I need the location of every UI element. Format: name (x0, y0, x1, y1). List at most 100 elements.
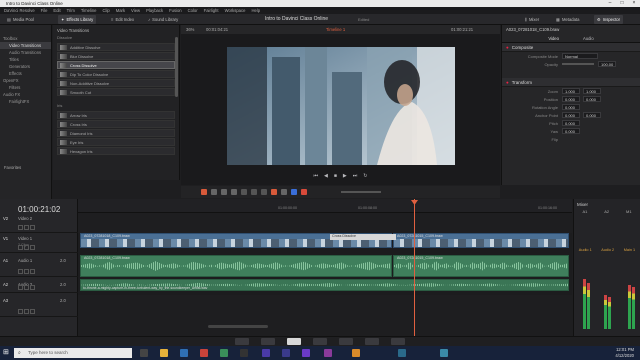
track-header-a3[interactable]: A3 2.0 (0, 295, 78, 317)
stop-icon[interactable]: ■ (334, 173, 337, 179)
effect-item-cross-dissolve[interactable]: Cross Dissolve (57, 61, 175, 69)
page-media-icon[interactable] (235, 338, 249, 345)
premiere-icon[interactable] (262, 349, 270, 357)
app-icon-4[interactable] (324, 349, 332, 357)
page-fusion-icon[interactable] (313, 338, 327, 345)
link-icon[interactable] (281, 189, 287, 195)
effect-item-arrow-iris[interactable]: Arrow Iris (57, 111, 175, 119)
transform-pitch-field[interactable]: 0.000 (562, 120, 580, 126)
selection-tool-icon[interactable] (201, 189, 207, 195)
taskbar-search-input[interactable]: Type here to search (14, 348, 132, 358)
edge-icon[interactable] (180, 349, 188, 357)
windows-start-icon[interactable]: ⊞ (3, 349, 9, 356)
tree-item-fairlightfx[interactable]: FairlightFX (0, 98, 51, 105)
skip-start-icon[interactable]: ⏮ (314, 173, 319, 179)
metadata-button[interactable]: ▦ Metadata (553, 15, 582, 24)
tab-audio[interactable]: Audio (583, 36, 594, 41)
menu-item-playback[interactable]: Playback (146, 8, 163, 13)
composite-section[interactable]: ● Composite (502, 43, 640, 52)
menu-item-davinci-resolve[interactable]: DaVinci Resolve (4, 8, 35, 13)
track-name[interactable]: Video 1 (18, 236, 32, 241)
mute-icon[interactable] (30, 285, 35, 290)
file-explorer-icon[interactable] (160, 349, 168, 357)
audio-clip-2[interactable]: A023_07281015_C109.braw (393, 255, 569, 277)
lock-icon[interactable] (18, 309, 23, 314)
transform-yaw-field[interactable]: 0.000 (562, 128, 580, 134)
menu-item-fairlight[interactable]: Fairlight (204, 8, 219, 13)
enable-dot-icon[interactable]: ● (506, 80, 509, 85)
mute-icon[interactable] (30, 269, 35, 274)
tree-item-toolbox[interactable]: Toolbox (0, 35, 51, 42)
effect-item-cross-iris[interactable]: Cross Iris (57, 120, 175, 128)
after-effects-icon[interactable] (282, 349, 290, 357)
skip-end-icon[interactable]: ⏭ (353, 173, 358, 179)
dynamic-trim-icon[interactable] (221, 189, 227, 195)
timeline-ruler[interactable] (78, 199, 572, 213)
app-icon-5[interactable] (440, 349, 448, 357)
transform-section[interactable]: ● Transform (502, 78, 640, 87)
solo-icon[interactable] (24, 269, 29, 274)
timeline-name[interactable]: Timeline 1 (326, 27, 345, 32)
reverse-play-icon[interactable]: ◀ (324, 173, 328, 179)
chrome-icon[interactable] (352, 349, 360, 357)
effects-scrollbar[interactable] (175, 37, 178, 97)
page-cut-icon[interactable] (261, 338, 275, 345)
mixer-button[interactable]: ⫼ Mixer (522, 15, 542, 24)
transform-position_y-field[interactable]: 0.000 (583, 96, 601, 102)
maximize-icon[interactable]: □ (616, 0, 628, 7)
replace-clip-icon[interactable] (261, 189, 267, 195)
clock-time[interactable]: 12:01 PM (604, 347, 634, 352)
tree-item-openfx[interactable]: OpenFX (0, 77, 51, 84)
transform-position_x-field[interactable]: 0.000 (562, 96, 580, 102)
insert-clip-icon[interactable] (241, 189, 247, 195)
app-icon-2[interactable] (220, 349, 228, 357)
inspector-button[interactable]: ⚙ Inspector (594, 15, 623, 24)
tree-item-filters[interactable]: Filters (0, 84, 51, 91)
media-pool-button[interactable]: ▤ Media Pool (4, 15, 37, 24)
timeline-scrollbar[interactable] (208, 325, 268, 328)
overwrite-clip-icon[interactable] (251, 189, 257, 195)
track-lane-a3[interactable] (78, 295, 572, 336)
track-header-a1[interactable]: A1 Audio 1 2.0 (0, 255, 78, 277)
zoom-dropdown[interactable]: 36% (186, 27, 194, 32)
minimize-icon[interactable]: – (604, 0, 616, 7)
menu-item-file[interactable]: File (41, 8, 48, 13)
close-icon[interactable]: × (628, 0, 640, 7)
track-header-v1[interactable]: V1 Video 12 Clips (0, 233, 78, 253)
composite-mode-select[interactable]: Normal (562, 53, 598, 59)
menu-item-trim[interactable]: Trim (67, 8, 75, 13)
cross-dissolve-transition[interactable]: Cross Dissolve (330, 234, 396, 240)
marker-icon[interactable] (301, 189, 307, 195)
track-header-v2[interactable]: V2 Video 2 (0, 213, 78, 233)
audio-clip-music[interactable]: to-throne-a-mighty-capture-in-three-turb… (80, 279, 569, 291)
enable-dot-icon[interactable]: ● (506, 45, 509, 50)
effect-item-eye-iris[interactable]: Eye Iris (57, 138, 175, 146)
menu-item-edit[interactable]: Edit (53, 8, 60, 13)
playhead[interactable] (414, 199, 415, 336)
track-name[interactable]: Video 2 (18, 216, 32, 221)
video-clip-2[interactable]: A023_07281015_C109.braw (393, 233, 569, 248)
tree-item-video-transitions[interactable]: Video Transitions (0, 42, 51, 49)
track-header-a2[interactable]: A2 Audio 2 2.0 (0, 279, 78, 293)
tree-item-audio-fx[interactable]: Audio FX (0, 91, 51, 98)
solo-icon[interactable] (24, 245, 29, 250)
timeline-tracks[interactable]: A023_07281018_C109.braw A023_07281015_C1… (78, 199, 572, 336)
audio-clip-1[interactable]: A023_07281018_C109.braw (80, 255, 392, 277)
menu-item-mark[interactable]: Mark (116, 8, 125, 13)
page-color-icon[interactable] (339, 338, 353, 345)
tree-item-audio-transitions[interactable]: Audio Transitions (0, 49, 51, 56)
snapping-icon[interactable] (271, 189, 277, 195)
transform-anchor_y-field[interactable]: 0.000 (583, 112, 601, 118)
effect-item-non-additive-dissolve[interactable]: Non-Additive Dissolve (57, 79, 175, 87)
tab-video[interactable]: Video (548, 36, 559, 41)
menu-item-fusion[interactable]: Fusion (169, 8, 182, 13)
transform-zoom_x-field[interactable]: 1.000 (562, 88, 580, 94)
menu-item-help[interactable]: Help (251, 8, 260, 13)
solo-icon[interactable] (24, 285, 29, 290)
music-app-icon[interactable] (398, 349, 406, 357)
page-edit-icon[interactable] (287, 338, 301, 345)
effects-library-button[interactable]: ✦ Effects Library (58, 15, 97, 24)
mute-icon[interactable] (30, 225, 35, 230)
solo-icon[interactable] (24, 309, 29, 314)
blade-tool-icon[interactable] (231, 189, 237, 195)
